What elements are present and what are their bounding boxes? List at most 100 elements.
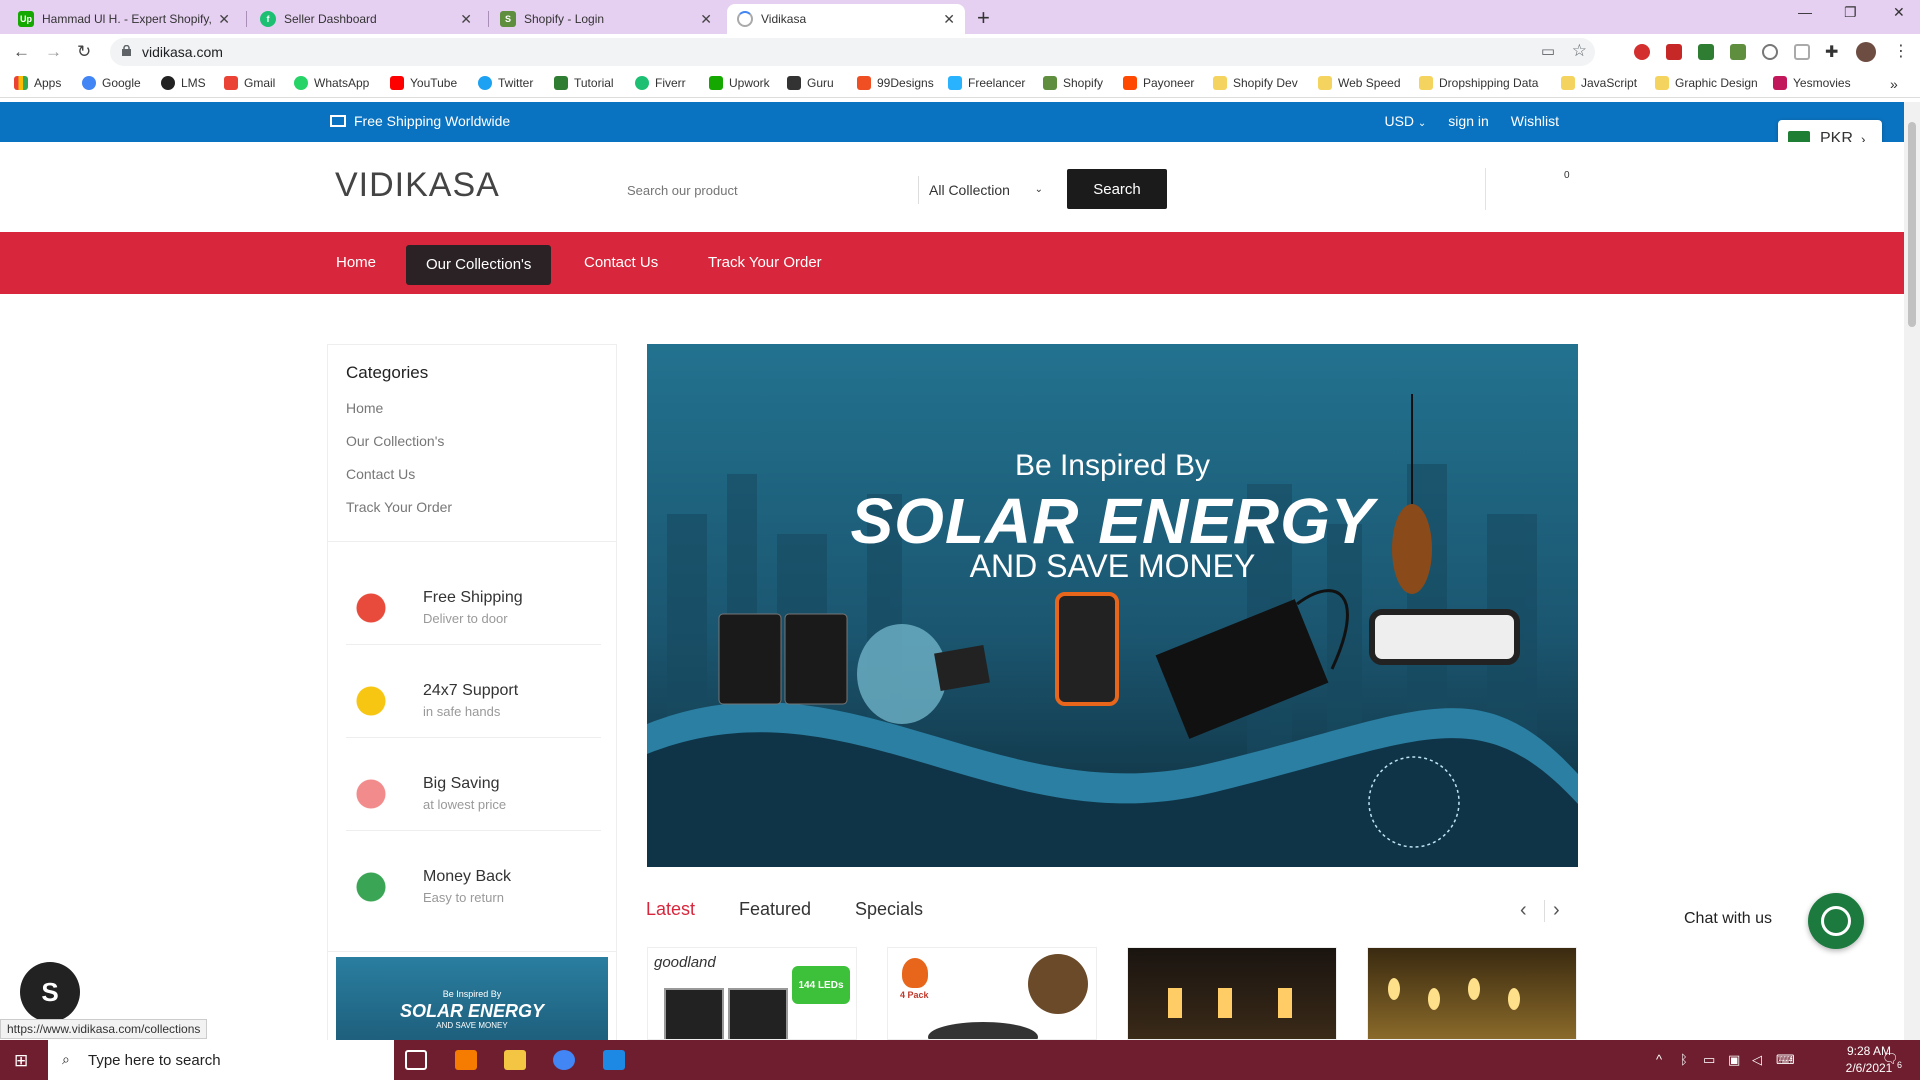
tab-seller-dashboard[interactable]: f Seller Dashboard ✕ [250, 4, 482, 34]
reload-icon[interactable]: ↻ [77, 42, 91, 62]
category-track-order[interactable]: Track Your Order [346, 499, 452, 515]
shopify-extension-icon[interactable] [1730, 44, 1746, 60]
puzzle-icon[interactable]: ✚ [1825, 42, 1838, 62]
file-explorer-icon[interactable] [504, 1050, 526, 1070]
tab-upwork[interactable]: Up Hammad Ul H. - Expert Shopify, V ✕ [8, 4, 240, 34]
bookmark-freelancer[interactable]: Freelancer [948, 76, 1025, 90]
bookmark-yesmovies[interactable]: Yesmovies [1773, 76, 1851, 90]
hero-banner[interactable]: Be Inspired By SOLAR ENERGY AND SAVE MON… [647, 344, 1578, 867]
forward-arrow-icon[interactable]: → [45, 42, 62, 62]
category-home[interactable]: Home [346, 400, 383, 416]
close-window-button[interactable]: ✕ [1893, 4, 1905, 21]
minimize-button[interactable]: — [1798, 4, 1812, 20]
restore-button[interactable]: ❐ [1844, 4, 1857, 21]
back-arrow-icon[interactable]: ← [13, 42, 30, 62]
avatar[interactable] [1856, 42, 1876, 62]
bookmark-apps[interactable]: Apps [14, 76, 61, 90]
category-contact-us[interactable]: Contact Us [346, 466, 415, 482]
taskbar-search[interactable]: ⌕ Type here to search [48, 1040, 394, 1080]
network-icon[interactable]: ▣ [1728, 1052, 1740, 1068]
bookmark-shopify[interactable]: Shopify [1043, 76, 1103, 90]
close-icon[interactable]: ✕ [218, 11, 230, 28]
nav-track-order[interactable]: Track Your Order [708, 249, 822, 289]
bookmark-folder-javascript[interactable]: JavaScript [1561, 76, 1637, 90]
bookmark-folder-dropshipping[interactable]: Dropshipping Data [1419, 76, 1538, 90]
close-icon[interactable]: ✕ [700, 11, 712, 28]
product-image [1028, 954, 1088, 1014]
app-icon[interactable] [603, 1050, 625, 1070]
vlc-icon[interactable] [455, 1050, 477, 1070]
bookmark-upwork[interactable]: Upwork [709, 76, 770, 90]
bookmark-tutorial[interactable]: Tutorial [554, 76, 614, 90]
currency-selector[interactable]: USD ⌄ [1384, 113, 1426, 129]
site-logo[interactable]: VIDIKASA [335, 166, 500, 205]
chat-label[interactable]: Chat with us [1684, 910, 1772, 928]
bookmark-lms[interactable]: LMS [161, 76, 206, 90]
whatsapp-icon [1821, 906, 1851, 936]
collection-select[interactable]: All Collection ⌄ [918, 176, 1053, 204]
chevron-right-icon[interactable]: › [1553, 899, 1560, 922]
kebab-menu-icon[interactable]: ⋮ [1893, 41, 1909, 61]
feature-support: 24x7 Support in safe hands [346, 664, 601, 738]
bookmark-guru[interactable]: Guru [787, 76, 834, 90]
chrome-icon[interactable] [553, 1050, 575, 1070]
pdf-icon[interactable] [1666, 44, 1682, 60]
scrollbar-thumb[interactable] [1908, 122, 1916, 327]
bookmark-google[interactable]: Google [82, 76, 141, 90]
bookmark-whatsapp[interactable]: WhatsApp [294, 76, 369, 90]
bookmark-99designs[interactable]: 99Designs [857, 76, 934, 90]
battery-icon[interactable]: ▭ [1703, 1052, 1715, 1068]
tab-shopify-login[interactable]: S Shopify - Login ✕ [490, 4, 722, 34]
bookmark-youtube[interactable]: YouTube [390, 76, 457, 90]
product-card[interactable] [1367, 947, 1577, 1040]
bookmarks-overflow-button[interactable]: » [1890, 76, 1898, 92]
currency-label: USD [1384, 113, 1415, 129]
bookmark-folder-web-speed[interactable]: Web Speed [1318, 76, 1401, 90]
product-card[interactable] [1127, 947, 1337, 1040]
volume-icon[interactable]: ◁ [1752, 1052, 1762, 1068]
product-card[interactable]: 4 Pack [887, 947, 1097, 1040]
hero-tagline: Be Inspired By [1014, 449, 1211, 482]
bookmark-gmail[interactable]: Gmail [224, 76, 275, 90]
nav-our-collections[interactable]: Our Collection's [406, 245, 552, 285]
omnibox[interactable]: vidikasa.com ▭ ☆ [110, 38, 1595, 66]
task-view-icon[interactable] [405, 1050, 427, 1070]
shopify-bag-icon[interactable]: S [20, 962, 80, 1022]
taskbar-search-placeholder: Type here to search [88, 1051, 221, 1069]
chevron-up-icon[interactable]: ^ [1656, 1052, 1662, 1067]
bookmark-fiverr[interactable]: Fiverr [635, 76, 686, 90]
tab-specials[interactable]: Specials [855, 899, 923, 920]
windows-start-icon[interactable]: ⊞ [14, 1051, 28, 1071]
star-icon[interactable]: ☆ [1572, 41, 1587, 61]
shield-icon[interactable] [1794, 44, 1810, 60]
tab-vidikasa[interactable]: Vidikasa ✕ [727, 4, 965, 34]
bluetooth-icon[interactable]: ᛒ [1680, 1052, 1688, 1067]
close-icon[interactable]: ✕ [460, 11, 472, 28]
sign-in-link[interactable]: sign in [1448, 113, 1488, 129]
category-our-collections[interactable]: Our Collection's [346, 433, 444, 449]
new-tab-button[interactable]: + [977, 5, 990, 31]
sidebar-promo-banner[interactable]: Be Inspired By SOLAR ENERGY AND SAVE MON… [336, 957, 608, 1047]
chevron-left-icon[interactable]: ‹ [1520, 899, 1527, 922]
extension-icon[interactable] [1698, 44, 1714, 60]
search-button[interactable]: Search [1067, 169, 1167, 209]
bookmark-folder-shopify-dev[interactable]: Shopify Dev [1213, 76, 1298, 90]
bookmark-payoneer[interactable]: Payoneer [1123, 76, 1194, 90]
nav-contact-us[interactable]: Contact Us [584, 249, 658, 289]
adblock-icon[interactable] [1634, 44, 1650, 60]
cast-icon[interactable]: ▭ [1541, 42, 1555, 60]
bookmark-folder-graphic-design[interactable]: Graphic Design [1655, 76, 1758, 90]
search-input[interactable] [617, 170, 917, 210]
keyboard-icon[interactable]: ⌨ [1776, 1052, 1795, 1068]
whatsapp-chat-button[interactable] [1808, 893, 1864, 949]
product-card[interactable]: goodland 144 LEDs [647, 947, 857, 1040]
tab-latest[interactable]: Latest [646, 899, 695, 920]
wishlist-link[interactable]: Wishlist [1511, 113, 1559, 129]
cart-count-badge[interactable]: 0 [1564, 170, 1570, 181]
bookmark-twitter[interactable]: Twitter [478, 76, 533, 90]
extension-icon[interactable] [1762, 44, 1778, 60]
tab-featured[interactable]: Featured [739, 899, 811, 920]
close-icon[interactable]: ✕ [943, 11, 955, 28]
page-scrollbar[interactable] [1904, 102, 1920, 1040]
nav-home[interactable]: Home [336, 249, 376, 289]
